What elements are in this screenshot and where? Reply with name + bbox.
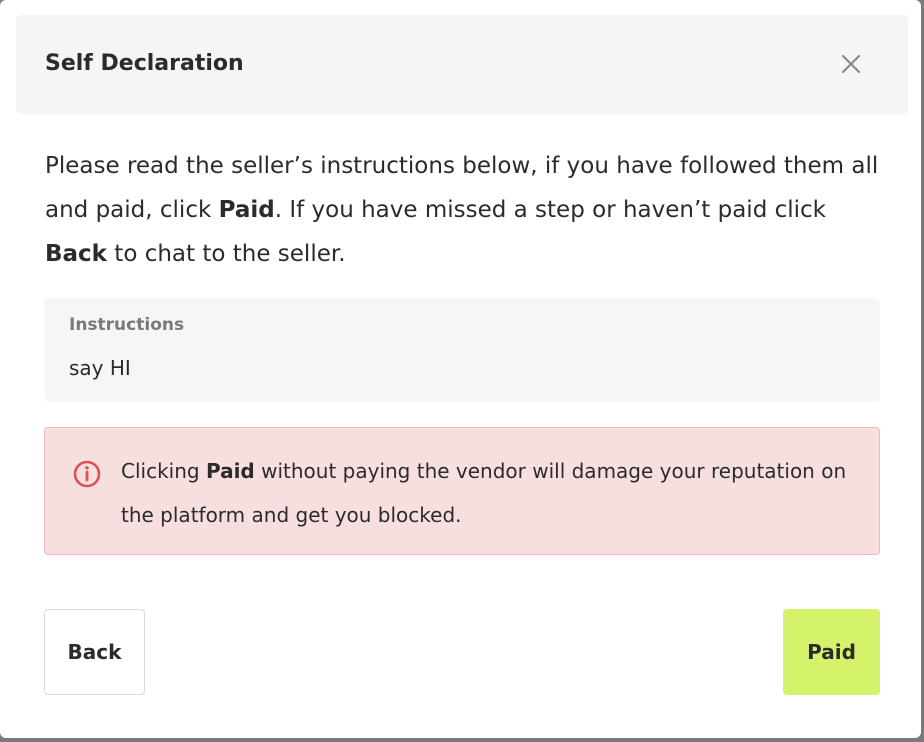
back-button[interactable]: Back — [44, 609, 145, 695]
dialog-title: Self Declaration — [45, 51, 244, 76]
warning-alert: Clicking Paid without paying the vendor … — [44, 427, 880, 555]
self-declaration-dialog: Self Declaration Please read the seller’… — [0, 0, 921, 738]
warning-text: Clicking Paid without paying the vendor … — [121, 449, 851, 537]
intro-paid-word: Paid — [218, 197, 275, 223]
warning-prefix: Clicking — [121, 459, 206, 483]
warning-paid-word: Paid — [205, 459, 255, 483]
intro-text-part3: to chat to the seller. — [106, 241, 346, 267]
instructions-box: Instructions say HI — [44, 298, 880, 402]
instructions-label: Instructions — [69, 315, 185, 335]
intro-back-word: Back — [45, 241, 107, 267]
intro-text: Please read the seller’s instructions be… — [45, 144, 885, 276]
info-circle-icon — [72, 459, 102, 489]
instructions-value: say HI — [69, 356, 131, 380]
intro-text-part2: . If you have missed a step or haven’t p… — [274, 197, 826, 223]
dialog-header: Self Declaration — [16, 15, 908, 114]
close-icon[interactable] — [838, 51, 864, 77]
paid-button[interactable]: Paid — [783, 609, 880, 695]
